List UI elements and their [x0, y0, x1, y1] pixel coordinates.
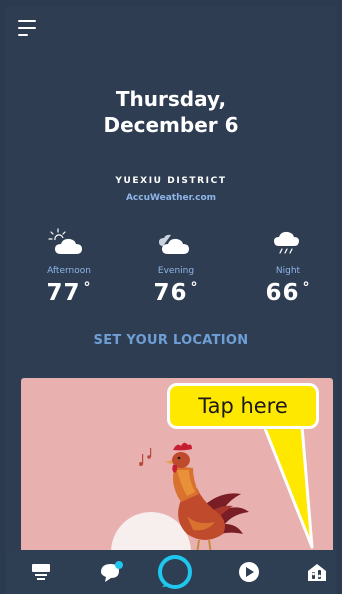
partly-sunny-icon [48, 228, 82, 254]
home-feed-icon [32, 564, 50, 580]
weather-provider-link[interactable]: AccuWeather.com [0, 193, 342, 203]
forecast-period-label: Evening [157, 266, 195, 276]
hamburger-menu-icon[interactable] [18, 18, 40, 36]
smart-home-devices-icon [308, 564, 326, 581]
forecast-night: Night 66 ° [248, 226, 328, 306]
location-name: YUEXIU DISTRICT [115, 176, 227, 186]
set-location-button[interactable]: SET YOUR LOCATION [0, 333, 342, 348]
forecast-temperature: 66 ° [265, 280, 311, 306]
nav-communicate[interactable] [86, 550, 136, 594]
forecast-period-label: Night [275, 266, 301, 276]
nav-home[interactable] [16, 550, 66, 594]
rooster-illustration [139, 442, 249, 555]
forecast-temperature: 77 ° [46, 280, 92, 306]
callout-label: Tap here [198, 394, 288, 418]
tap-here-callout: Tap here [167, 383, 319, 429]
nav-play[interactable] [224, 550, 274, 594]
forecast-temperature: 76 ° [153, 280, 199, 306]
date-text: December 6 [103, 113, 239, 137]
chat-bubble-icon [101, 561, 123, 582]
forecast-afternoon: Afternoon 77 ° [29, 226, 109, 306]
play-icon [239, 562, 259, 582]
nav-devices[interactable] [292, 550, 342, 594]
bottom-navigation-bar [6, 550, 336, 594]
nav-alexa[interactable] [150, 550, 200, 594]
cloudy-night-icon [159, 234, 189, 254]
forecast-evening: Evening 76 ° [136, 226, 216, 306]
rain-cloud-icon [274, 231, 299, 254]
alexa-ring-icon [158, 555, 192, 589]
forecast-period-label: Afternoon [47, 266, 91, 276]
weekday-text: Thursday, [115, 87, 227, 111]
date-heading: Thursday, December 6 [0, 86, 342, 138]
